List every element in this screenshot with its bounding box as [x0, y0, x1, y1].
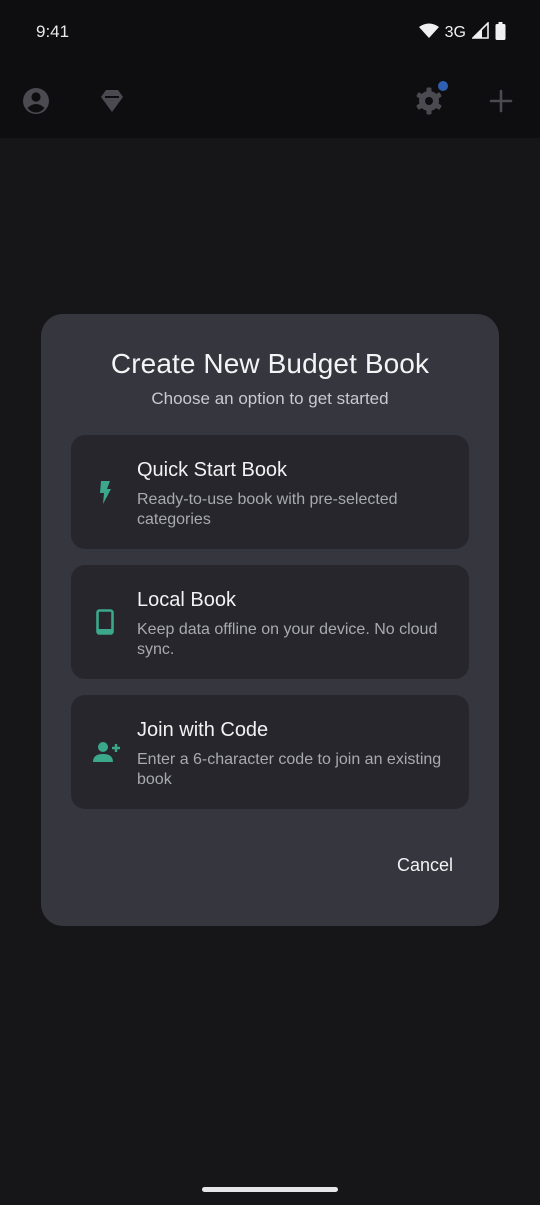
dialog-title: Create New Budget Book	[110, 348, 430, 379]
notification-dot	[438, 81, 448, 91]
create-book-dialog: Create New Budget Book Choose an option …	[41, 314, 499, 926]
status-time: 9:41	[36, 22, 70, 41]
status-bar: 9:41 3G	[0, 0, 540, 64]
option-description: Enter a 6-character code to join an exis…	[137, 751, 442, 788]
option-description: Ready-to-use book with pre-selected cate…	[137, 491, 398, 528]
battery-icon	[495, 21, 506, 45]
person-add-icon	[91, 738, 121, 766]
home-indicator[interactable]	[202, 1187, 338, 1192]
signal-icon	[471, 21, 489, 44]
option-title: Quick Start Book	[137, 459, 288, 481]
cancel-button[interactable]: Cancel	[397, 855, 453, 876]
add-icon[interactable]	[486, 86, 516, 116]
screen: 9:41 3G Create New Budget Book Choose an…	[0, 0, 540, 1205]
quick-start-book-option[interactable]: Quick Start Book Ready-to-use book with …	[71, 435, 469, 549]
premium-gem-icon[interactable]	[97, 86, 127, 116]
network-type: 3G	[444, 24, 466, 41]
option-title: Local Book	[137, 589, 236, 611]
dialog-subtitle: Choose an option to get started	[151, 389, 389, 408]
status-icons: 3G	[418, 21, 506, 45]
wifi-icon	[418, 23, 439, 44]
local-book-option[interactable]: Local Book Keep data offline on your dev…	[71, 565, 469, 679]
lightning-bolt-icon	[91, 478, 119, 506]
app-bar	[0, 64, 540, 138]
option-description: Keep data offline on your device. No clo…	[137, 621, 438, 658]
option-title: Join with Code	[137, 719, 269, 741]
join-with-code-option[interactable]: Join with Code Enter a 6-character code …	[71, 695, 469, 809]
phone-device-icon	[91, 608, 119, 636]
account-icon[interactable]	[21, 86, 51, 116]
settings-icon[interactable]	[414, 81, 448, 116]
